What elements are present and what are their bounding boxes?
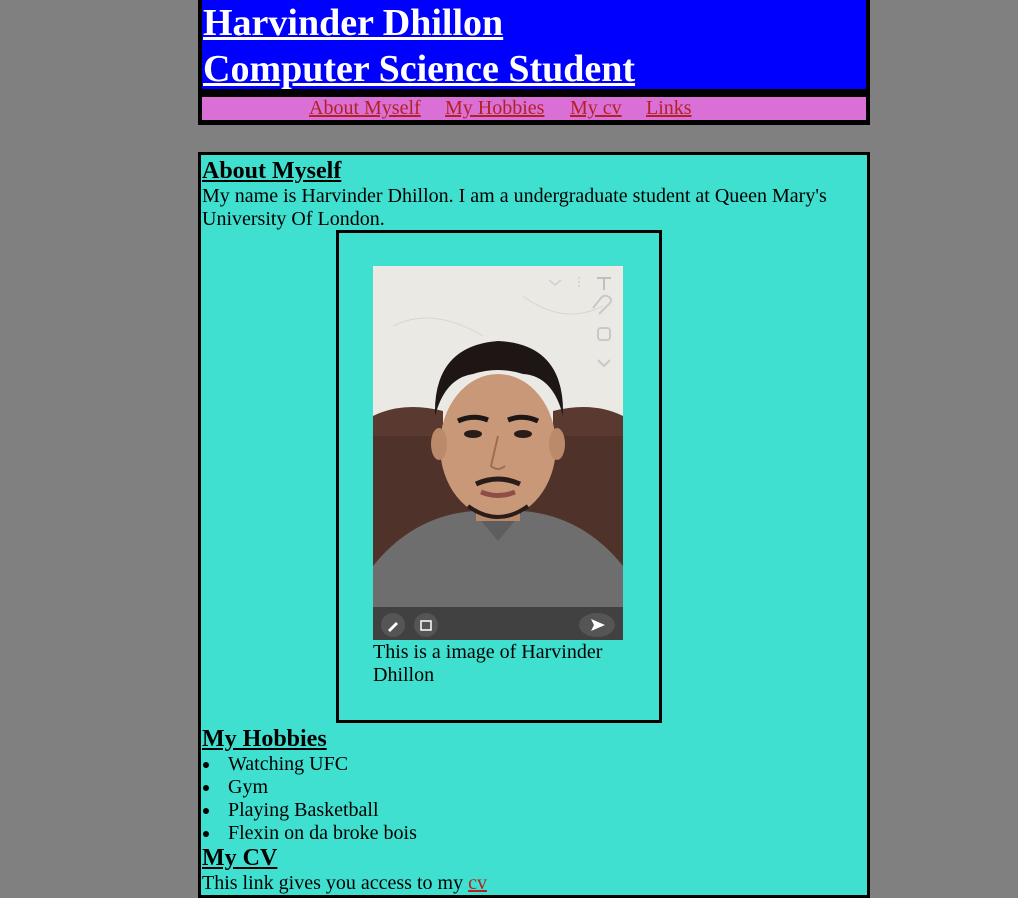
list-item: Playing Basketball xyxy=(202,799,417,822)
photo-caption: This is a image of Harvinder Dhillon xyxy=(373,641,603,686)
bullet-icon xyxy=(203,808,209,814)
page-title-role: Computer Science Student xyxy=(203,48,636,90)
nav-link-cv[interactable]: My cv xyxy=(570,97,622,120)
hobbies-heading: My Hobbies xyxy=(202,726,327,752)
cv-heading: My CV xyxy=(202,845,278,871)
list-item: Flexin on da broke bois xyxy=(202,822,417,845)
send-arrow-icon xyxy=(579,613,615,637)
header: Harvinder Dhillon Computer Science Stude… xyxy=(198,0,870,125)
bullet-icon xyxy=(203,831,209,837)
bullet-icon xyxy=(203,785,209,791)
page-title-name: Harvinder Dhillon xyxy=(203,2,504,44)
about-text: My name is Harvinder Dhillon. I am a und… xyxy=(202,185,827,230)
nav-link-hobbies[interactable]: My Hobbies xyxy=(445,97,544,120)
content-panel: About Myself My name is Harvinder Dhillo… xyxy=(198,152,870,898)
list-item: Watching UFC xyxy=(202,753,417,776)
profile-photo xyxy=(373,266,623,640)
nav-bar: About Myself My Hobbies My cv Links xyxy=(202,97,866,120)
cv-link[interactable]: cv xyxy=(468,872,487,894)
nav-link-about[interactable]: About Myself xyxy=(309,97,421,120)
title-banner: Harvinder Dhillon Computer Science Stude… xyxy=(202,0,866,90)
bullet-icon xyxy=(203,762,209,768)
about-heading: About Myself xyxy=(202,158,342,184)
hobby-list: Watching UFC Gym Playing Basketball Flex… xyxy=(202,753,417,845)
nav-link-links[interactable]: Links xyxy=(646,97,692,120)
list-item: Gym xyxy=(202,776,417,799)
pencil-icon xyxy=(381,613,405,637)
profile-figure: This is a image of Harvinder Dhillon xyxy=(336,230,662,723)
cv-text: This link gives you access to my cv xyxy=(202,872,487,894)
crop-icon xyxy=(414,613,438,637)
